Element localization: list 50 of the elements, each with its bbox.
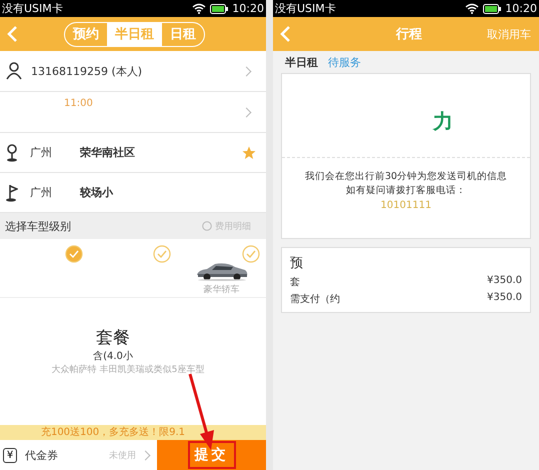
battery-icon: [210, 4, 228, 14]
tab[interactable]: 半日租: [107, 22, 162, 46]
clock-text: 10:20: [232, 2, 264, 15]
battery-icon: [483, 4, 502, 14]
coupon-icon: ¥: [3, 448, 17, 462]
package-title: 套餐: [96, 327, 130, 349]
phone-number: 13168119259 (本人): [31, 64, 142, 78]
city-label: 广州: [30, 185, 53, 200]
fee-value: ¥350.0: [487, 292, 522, 305]
pin-icon: [6, 144, 18, 162]
place-name: 较场小: [80, 185, 113, 200]
promo-banner[interactable]: 充100送100，多充多送！限9.1: [0, 425, 266, 440]
wifi-icon: [192, 3, 206, 14]
submit-button[interactable]: 提交: [188, 441, 236, 469]
fee-value: ¥350.0: [487, 275, 522, 288]
order-type: 半日租: [285, 54, 318, 70]
carrier-text: 没有USIM卡: [2, 1, 63, 16]
pickup-time: 11:00: [64, 98, 93, 109]
info-message: 我们会在您出行前30分钟为您发送司机的信息: [304, 170, 508, 184]
back-icon[interactable]: [279, 25, 291, 43]
tab[interactable]: 预约: [65, 22, 107, 46]
coupon-state: 未使用: [109, 450, 136, 462]
wifi-icon: [465, 3, 480, 14]
carrier-text: 没有USIM卡: [275, 1, 336, 16]
card-headline: 力: [433, 108, 453, 135]
fee-label: 需支付（约: [290, 292, 340, 306]
fee-label: 套: [290, 276, 300, 289]
back-icon[interactable]: [6, 25, 18, 43]
info-message: 如有疑问请拨打客服电话：: [346, 184, 466, 198]
clock-text: 10:20: [505, 2, 537, 15]
coupon-label: 代金券: [25, 448, 58, 462]
section-title: 选择车型级别: [5, 218, 71, 234]
order-status: 待服务: [328, 54, 361, 70]
place-name: 荣华南社区: [80, 145, 135, 160]
person-icon: [6, 62, 22, 80]
flag-icon: [6, 184, 18, 202]
place-row[interactable]: 广州 荣华南社区: [0, 133, 266, 173]
car-class-label: 豪华轿车: [204, 284, 240, 296]
car-option[interactable]: 豪华轿车: [177, 239, 266, 297]
cancel-ride-link[interactable]: 取消用车: [487, 26, 531, 42]
fee-heading: 预: [290, 255, 304, 272]
tab[interactable]: 日租: [162, 22, 204, 46]
service-phone[interactable]: 10101111: [380, 200, 432, 211]
help-icon: [202, 221, 212, 231]
star-icon[interactable]: [242, 146, 256, 160]
package-models: 大众帕萨特 丰田凯美瑞或类似5座车型: [52, 364, 204, 376]
page-title: 行程: [396, 26, 422, 43]
city-label: 广州: [30, 145, 53, 160]
coupon-row[interactable]: ¥ 代金券 未使用: [0, 440, 149, 470]
package-hours: 含(4.0小: [93, 350, 133, 363]
